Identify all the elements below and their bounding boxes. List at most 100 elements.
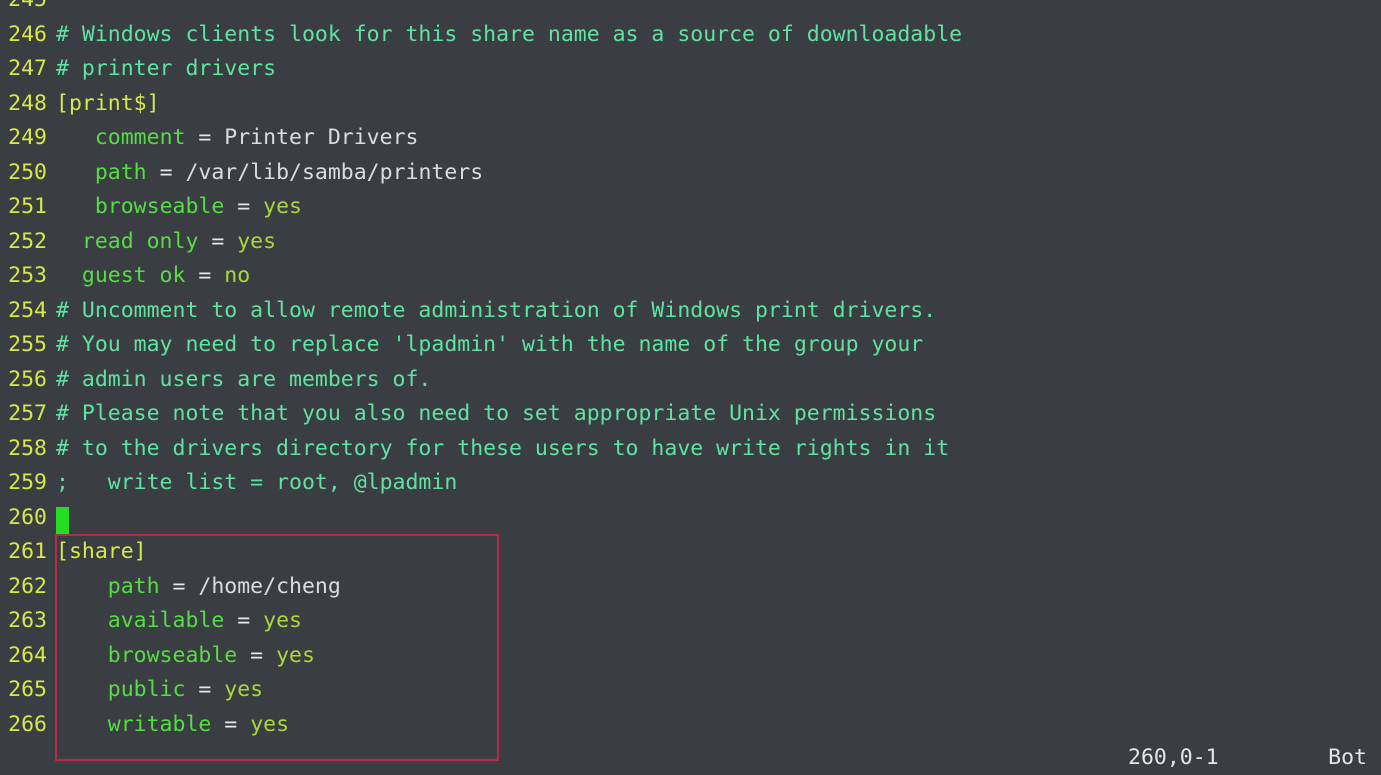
code-line-content[interactable]: public = yes (47, 673, 263, 708)
code-line[interactable]: 253 guest ok = no (0, 259, 1381, 294)
code-line[interactable]: 248 [print$] (0, 87, 1381, 122)
code-token-str (56, 608, 108, 633)
code-line-content[interactable]: path = /home/cheng (47, 570, 341, 605)
line-number: 251 (8, 194, 47, 219)
code-line[interactable]: 250 path = /var/lib/samba/printers (0, 156, 1381, 191)
code-token-cmt: # Please note that you also need to set … (56, 401, 937, 426)
code-token-key: guest ok (81, 263, 186, 288)
code-line-content[interactable]: # printer drivers (47, 52, 276, 87)
code-line-content[interactable]: [share] (47, 535, 147, 570)
code-line-content[interactable]: # You may need to replace 'lpadmin' with… (47, 328, 923, 363)
line-number: 256 (8, 366, 47, 392)
code-line[interactable]: 256 # admin users are members of. (0, 363, 1381, 398)
line-number: 259 (8, 470, 47, 495)
code-token-op: = (185, 125, 225, 150)
code-token-key: path (94, 159, 147, 185)
code-token-val: yes (224, 677, 264, 702)
code-line[interactable]: 262 path = /home/cheng (0, 570, 1381, 605)
line-number: 247 (8, 56, 47, 81)
code-line-content[interactable]: ; write list = root, @lpadmin (47, 466, 457, 501)
editor-text-area[interactable]: 245 246 # Windows clients look for this sh… (0, 0, 1381, 742)
code-line[interactable]: 257 # Please note that you also need to s… (0, 397, 1381, 432)
code-line-content[interactable]: browseable = yes (47, 190, 302, 225)
code-line[interactable]: 261 [share] (0, 535, 1381, 570)
code-line[interactable]: 249 comment = Printer Drivers (0, 121, 1381, 156)
code-token-val: yes (263, 608, 302, 633)
line-number: 253 (8, 263, 47, 288)
code-line-content[interactable]: [print$] (47, 87, 160, 122)
code-token-key: comment (94, 125, 186, 150)
code-line[interactable]: 258 # to the drivers directory for these … (0, 432, 1381, 467)
code-line[interactable]: 247 # printer drivers (0, 52, 1381, 87)
terminal-screen: 245 246 # Windows clients look for this sh… (0, 0, 1381, 775)
code-line[interactable]: 265 public = yes (0, 673, 1381, 708)
code-line-content[interactable]: # Please note that you also need to set … (47, 397, 936, 432)
code-token-val: yes (263, 194, 302, 219)
line-number: 257 (8, 401, 47, 426)
line-number: 255 (8, 332, 47, 357)
line-number: 249 (8, 125, 47, 150)
code-token-op: = (198, 228, 238, 254)
code-token-op: = (185, 677, 225, 702)
code-line[interactable]: 259 ; write list = root, @lpadmin (0, 466, 1381, 501)
code-line[interactable]: 260 (0, 501, 1381, 536)
text-cursor (56, 506, 69, 534)
code-line-content[interactable]: read only = yes (47, 225, 276, 260)
code-line[interactable]: 264 browseable = yes (0, 639, 1381, 674)
line-number: 261 (8, 539, 47, 564)
code-token-cmt: # Uncomment to allow remote administrati… (56, 297, 937, 323)
status-line: 260,0-1 Bot (0, 742, 1381, 775)
code-line-content[interactable]: # Uncomment to allow remote administrati… (47, 294, 936, 329)
code-token-cmt: # to the drivers directory for these use… (56, 435, 950, 461)
scroll-position-indicator: Bot (1328, 745, 1367, 771)
code-token-op: = (211, 711, 251, 737)
line-number: 263 (8, 608, 47, 633)
code-token-cmt: # admin users are members of. (56, 366, 432, 392)
code-token-val: yes (276, 642, 315, 668)
code-token-str: Printer Drivers (224, 125, 419, 150)
code-token-str: /var/lib/samba/printers (185, 159, 484, 185)
code-line[interactable]: 251 browseable = yes (0, 190, 1381, 225)
code-line[interactable]: 252 read only = yes (0, 225, 1381, 260)
code-line-content[interactable]: # Windows clients look for this share na… (47, 18, 962, 53)
code-token-sect: [print$] (56, 90, 160, 116)
code-line-content[interactable]: # to the drivers directory for these use… (47, 432, 949, 467)
line-number: 248 (8, 90, 47, 116)
code-token-op: = (224, 608, 264, 633)
code-token-cmt: # You may need to replace 'lpadmin' with… (56, 332, 924, 357)
line-number: 250 (8, 159, 47, 185)
code-line-content[interactable]: available = yes (47, 604, 302, 639)
code-token-str (56, 574, 108, 599)
code-line[interactable]: 263 available = yes (0, 604, 1381, 639)
code-token-sect: [share] (56, 539, 147, 564)
code-token-op: = (237, 642, 277, 668)
code-token-str (56, 643, 108, 668)
code-line[interactable]: 245 (0, 0, 1381, 18)
code-line-content[interactable]: browseable = yes (47, 639, 315, 674)
line-number: 262 (8, 573, 47, 599)
code-token-op: = (159, 573, 199, 599)
code-token-key: public (107, 677, 186, 702)
line-number: 264 (8, 642, 47, 668)
code-token-op: = (146, 159, 186, 185)
code-line-content[interactable] (47, 501, 69, 536)
code-token-val: no (224, 263, 251, 288)
code-line-content[interactable]: guest ok = no (47, 259, 250, 294)
code-token-str: /home/cheng (198, 573, 341, 599)
code-line-content[interactable]: path = /var/lib/samba/printers (47, 156, 483, 191)
code-line-content[interactable]: # admin users are members of. (47, 363, 431, 398)
code-line[interactable]: 255 # You may need to replace 'lpadmin' w… (0, 328, 1381, 363)
code-line[interactable]: 246 # Windows clients look for this share… (0, 18, 1381, 53)
code-token-op: = (185, 263, 225, 288)
code-token-val: yes (250, 711, 290, 737)
code-token-key: writable (107, 711, 212, 737)
code-token-key: available (107, 608, 225, 633)
code-line-content[interactable]: writable = yes (47, 708, 289, 743)
code-line[interactable]: 254 # Uncomment to allow remote administr… (0, 294, 1381, 329)
code-token-str (56, 125, 95, 150)
code-token-key: browseable (94, 194, 225, 219)
code-line[interactable]: 266 writable = yes (0, 708, 1381, 743)
line-number: 258 (8, 435, 47, 461)
code-token-cmt: # Windows clients look for this share na… (56, 21, 963, 47)
code-line-content[interactable]: comment = Printer Drivers (47, 121, 419, 156)
